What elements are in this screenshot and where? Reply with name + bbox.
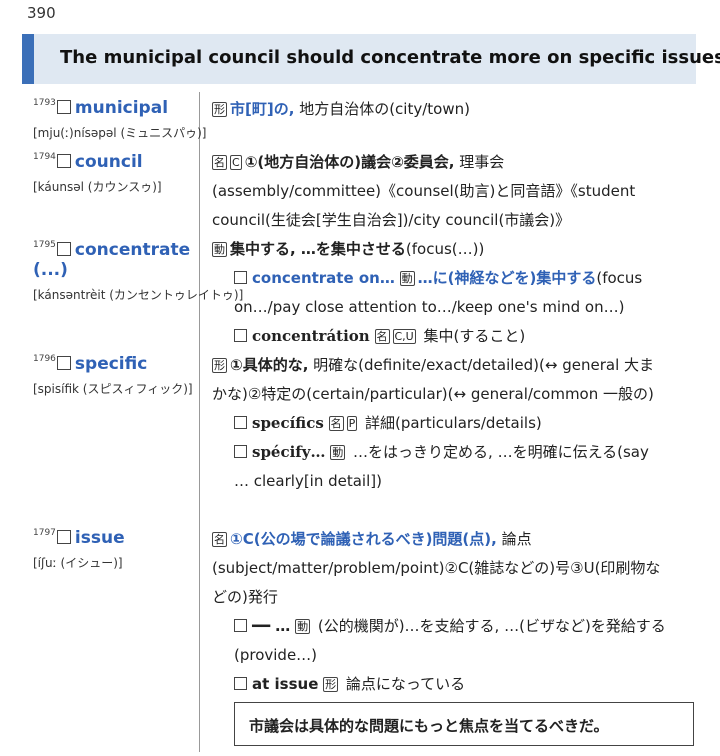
checkbox-icon[interactable] xyxy=(234,445,247,458)
example-sentence: 市議会は具体的な問題にもっと焦点を当てるべきだ。 xyxy=(249,717,609,735)
phrase: concentrate on… xyxy=(252,269,395,287)
definition-specific: 形 ①具体的な, 明確な(definite/exact/detailed)(↔ g… xyxy=(212,351,668,496)
pos-tag: 名 xyxy=(212,155,227,170)
def-head: …に(神経などを)集中する xyxy=(417,269,597,287)
column-divider xyxy=(199,92,200,752)
definition-municipal: 形市[町]の, 地方自治体の(city/town) xyxy=(212,95,668,124)
def-head: ①具体的な, xyxy=(230,356,309,374)
checkbox-icon[interactable] xyxy=(234,677,247,690)
definition-issue: 名 ①C(公の場で論議されるべき)問題(点), 論点(subject/matter… xyxy=(212,525,668,699)
countable-tag: C xyxy=(230,155,242,170)
entry-council: 1794 council [káunsəl (カウンスゥ)] xyxy=(33,152,198,195)
entry-concentrate: 1795 concentrate (...) [kánsəntrèit (カンセン… xyxy=(33,240,244,303)
definition-council: 名 C ①(地方自治体の)議会②委員会, 理事会(assembly/committe… xyxy=(212,148,668,235)
def-head: ①(地方自治体の)議会②委員会, xyxy=(244,153,455,171)
entry-number: 1795 xyxy=(33,240,56,250)
pronunciation: [spisífik (スピスィフィック)] xyxy=(33,382,193,396)
countable-tag: C,U xyxy=(392,329,416,344)
headword: issue xyxy=(74,528,125,548)
headline-banner: The municipal council should concentrate… xyxy=(22,34,720,84)
headword: specific xyxy=(74,354,148,374)
pronunciation: [káunsəl (カウンスゥ)] xyxy=(33,180,162,194)
pos-tag: 形 xyxy=(212,358,227,373)
headword: council xyxy=(74,152,143,172)
def-rest: 地方自治体の(city/town) xyxy=(294,100,470,118)
checkbox-icon[interactable] xyxy=(56,100,71,114)
checkbox-icon[interactable] xyxy=(234,416,247,429)
entry-number: 1796 xyxy=(33,354,56,364)
pos-tag: 名 xyxy=(374,329,390,344)
pos-tag: 形 xyxy=(212,102,227,117)
checkbox-icon[interactable] xyxy=(56,242,71,256)
headline-text: The municipal council should concentrate… xyxy=(60,47,720,68)
entry-issue: 1797 issue [íʃuː (イシュー)] xyxy=(33,528,198,571)
checkbox-icon[interactable] xyxy=(234,271,247,284)
def-head: ①C(公の場で論議されるべき)問題(点), xyxy=(230,530,497,548)
pos-tag: 名 xyxy=(328,416,344,431)
plural-tag: P xyxy=(346,416,358,431)
checkbox-icon[interactable] xyxy=(234,329,247,342)
def-rest: 集中(すること) xyxy=(418,327,526,345)
checkbox-icon[interactable] xyxy=(56,154,71,168)
entry-municipal: 1793 municipal [mju(ː)nísəpəl (ミュニスパゥ)] xyxy=(33,98,207,141)
pos-tag: 動 xyxy=(399,271,415,286)
pronunciation: [kánsəntrèit (カンセントゥレイトゥ)] xyxy=(33,288,244,302)
derivative: concentrátion xyxy=(252,327,370,345)
checkbox-icon[interactable] xyxy=(56,530,71,544)
checkbox-icon[interactable] xyxy=(234,619,247,632)
example-sentence-box: 市議会は具体的な問題にもっと焦点を当てるべきだ。 xyxy=(234,702,694,746)
pos-tag: 形 xyxy=(323,677,339,692)
entry-specific: 1796 specific [spisífik (スピスィフィック)] xyxy=(33,354,198,397)
pronunciation: [íʃuː (イシュー)] xyxy=(33,556,123,570)
def-rest: 詳細(particulars/details) xyxy=(360,414,542,432)
derivative: spécify… xyxy=(252,443,326,461)
checkbox-icon[interactable] xyxy=(56,356,71,370)
def-head: 市[町]の, xyxy=(230,100,295,118)
headword: municipal xyxy=(74,98,169,118)
entry-number: 1794 xyxy=(33,152,56,162)
def-rest: 論点になっている xyxy=(341,675,466,693)
page-number: 390 xyxy=(27,4,56,22)
definition-concentrate: 動集中する, …を集中させる(focus(…)) concentrate on…… xyxy=(212,235,668,351)
entry-number: 1797 xyxy=(33,528,56,538)
entry-number: 1793 xyxy=(33,98,56,108)
pos-tag: 動 xyxy=(295,619,311,634)
pos-tag: 名 xyxy=(212,532,227,547)
pos-tag: 動 xyxy=(330,445,346,460)
pos-tag: 動 xyxy=(212,242,227,257)
pronunciation: [mju(ː)nísəpəl (ミュニスパゥ)] xyxy=(33,126,207,140)
phrase: ━━ … xyxy=(252,617,291,635)
derivative: specífics xyxy=(252,414,324,432)
def-rest: (focus(…)) xyxy=(405,240,485,258)
def-head: 集中する, …を集中させる xyxy=(230,240,406,258)
phrase: at issue xyxy=(252,675,319,693)
